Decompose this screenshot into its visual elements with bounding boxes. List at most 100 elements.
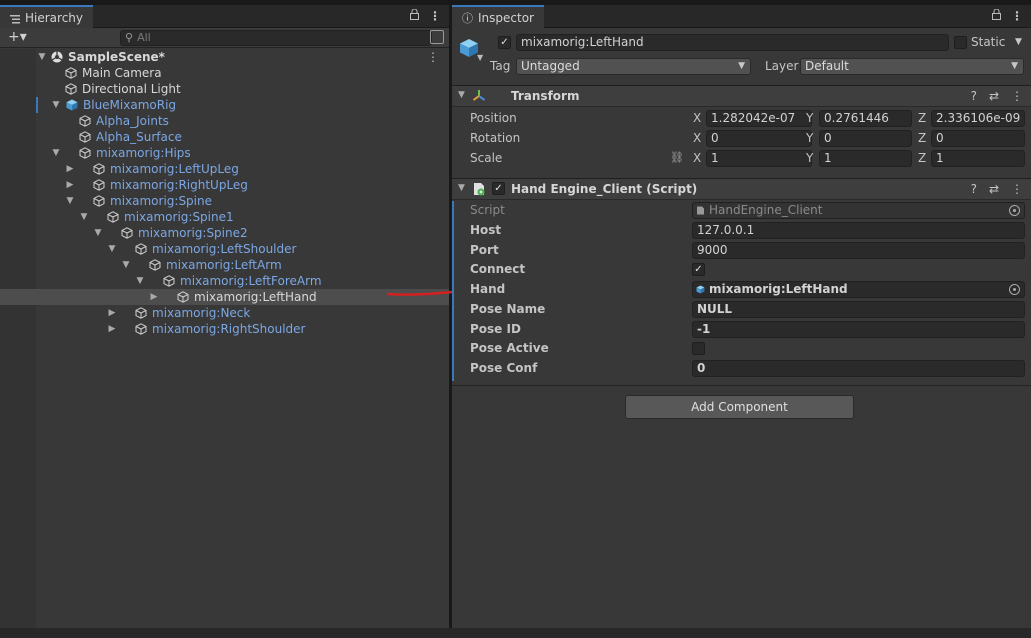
gameobject-cube-icon — [93, 179, 105, 191]
collapsed-arrow-icon[interactable]: ▶ — [149, 289, 159, 305]
layer-dropdown[interactable]: Default ▼ — [800, 58, 1024, 75]
script-component-header[interactable]: ▼ ✓ Hand Engine_Client (Script) ? ⇄ ⋮ — [452, 178, 1031, 200]
active-checkbox[interactable]: ✓ — [498, 36, 511, 49]
position-x-input[interactable]: 1.282042e-07 — [706, 110, 812, 127]
component-enabled-checkbox[interactable]: ✓ — [492, 182, 505, 195]
object-name-input[interactable]: mixamorig:LeftHand — [516, 34, 949, 51]
hierarchy-row[interactable]: ▼ mixamorig:LeftArm — [0, 257, 449, 273]
pose-active-checkbox[interactable] — [692, 342, 705, 355]
lock-icon[interactable] — [992, 8, 1001, 23]
scale-label: Scale — [470, 151, 503, 165]
expand-arrow-icon[interactable]: ▼ — [135, 273, 145, 289]
prefab-cube-icon — [66, 99, 78, 111]
hierarchy-row[interactable]: Alpha_Surface — [0, 129, 449, 145]
hierarchy-row[interactable]: Alpha_Joints — [0, 113, 449, 129]
scale-y-input[interactable]: 1 — [819, 150, 912, 167]
expand-arrow-icon[interactable]: ▼ — [79, 209, 89, 225]
collapsed-arrow-icon[interactable]: ▶ — [65, 177, 75, 193]
hierarchy-row-label: mixamorig:LeftShoulder — [152, 242, 297, 256]
port-input[interactable]: 9000 — [692, 242, 1025, 259]
search-icon: ⚲ — [125, 31, 134, 44]
search-options-icon[interactable] — [430, 30, 444, 44]
hierarchy-row[interactable]: ▼ mixamorig:Hips — [0, 145, 449, 161]
position-z-input[interactable]: 2.336106e-09 — [931, 110, 1025, 127]
hierarchy-row-label: BlueMixamoRig — [83, 98, 177, 112]
axis-z-label: Z — [918, 131, 927, 145]
scene-more-icon[interactable]: ⋮ — [427, 49, 439, 65]
scene-row[interactable]: ▼ SampleScene* ⋮ — [0, 49, 449, 65]
collapsed-arrow-icon[interactable]: ▶ — [107, 321, 117, 337]
pose-id-input[interactable]: -1 — [692, 321, 1025, 338]
icon-dropdown-icon[interactable]: ▼ — [477, 53, 483, 62]
expand-arrow-icon[interactable]: ▼ — [65, 193, 75, 209]
position-y-input[interactable]: 0.2761446 — [819, 110, 912, 127]
object-picker-icon[interactable] — [1009, 284, 1020, 295]
hierarchy-row[interactable]: ▶ mixamorig:LeftUpLeg — [0, 161, 449, 177]
component-menu-icon[interactable]: ⋮ — [1011, 89, 1023, 103]
hierarchy-search-input[interactable]: ⚲ All — [120, 30, 432, 46]
rotation-x-input[interactable]: 0 — [706, 130, 812, 147]
port-label: Port — [470, 243, 499, 257]
fold-arrow-icon[interactable]: ▼ — [458, 183, 465, 193]
lock-icon[interactable] — [410, 8, 419, 23]
help-icon[interactable]: ? — [971, 182, 977, 196]
hierarchy-row[interactable]: ▼ mixamorig:Spine2 — [0, 225, 449, 241]
hierarchy-row[interactable]: ▶ mixamorig:RightShoulder — [0, 321, 449, 337]
layer-value: Default — [805, 59, 849, 73]
gameobject-cube-icon — [135, 243, 147, 255]
collapsed-arrow-icon[interactable]: ▶ — [65, 161, 75, 177]
tag-dropdown[interactable]: Untagged ▼ — [516, 58, 751, 75]
hierarchy-row[interactable]: ▼ BlueMixamoRig — [0, 97, 449, 113]
add-component-button[interactable]: Add Component — [625, 395, 854, 419]
hierarchy-row[interactable]: ▼ mixamorig:Spine — [0, 193, 449, 209]
position-label: Position — [470, 111, 517, 125]
transform-header[interactable]: ▼ Transform ? ⇄ ⋮ — [452, 85, 1031, 107]
static-checkbox[interactable] — [954, 36, 967, 49]
axis-z-label: Z — [918, 151, 927, 165]
hierarchy-row[interactable]: Directional Light — [0, 81, 449, 97]
expand-arrow-icon[interactable]: ▼ — [107, 241, 117, 257]
hand-object-field[interactable]: mixamorig:LeftHand — [692, 281, 1025, 298]
pose-name-input[interactable]: NULL — [692, 301, 1025, 318]
hierarchy-row[interactable]: ▼ mixamorig:LeftShoulder — [0, 241, 449, 257]
hierarchy-row[interactable]: ▼ mixamorig:Spine1 — [0, 209, 449, 225]
expand-arrow-icon[interactable]: ▼ — [51, 145, 61, 161]
help-icon[interactable]: ? — [971, 89, 977, 103]
static-dropdown-icon[interactable]: ▼ — [1015, 37, 1022, 47]
rotation-y-input[interactable]: 0 — [819, 130, 912, 147]
preset-icon[interactable]: ⇄ — [989, 182, 999, 196]
inspector-tab[interactable]: ⓘ Inspector — [452, 5, 544, 28]
scale-z-input[interactable]: 1 — [931, 150, 1025, 167]
info-icon: ⓘ — [462, 11, 473, 25]
constrain-proportions-icon[interactable]: ⛓ — [670, 151, 684, 164]
hierarchy-row[interactable]: ▶ mixamorig:Neck — [0, 305, 449, 321]
more-options-icon[interactable]: ⋮ — [1011, 9, 1023, 23]
script-label: Script — [470, 203, 505, 217]
preset-icon[interactable]: ⇄ — [989, 89, 999, 103]
expand-arrow-icon[interactable]: ▼ — [51, 97, 61, 113]
search-placeholder: All — [137, 31, 151, 44]
hierarchy-row[interactable]: Main Camera — [0, 65, 449, 81]
gameobject-cube-icon — [93, 195, 105, 207]
component-menu-icon[interactable]: ⋮ — [1011, 182, 1023, 196]
fold-arrow-icon[interactable]: ▼ — [458, 90, 465, 100]
scale-x-input[interactable]: 1 — [706, 150, 812, 167]
connect-checkbox[interactable]: ✓ — [692, 263, 705, 276]
tag-value: Untagged — [521, 59, 580, 73]
hierarchy-row-label: Main Camera — [82, 66, 162, 80]
hierarchy-tab[interactable]: Hierarchy — [0, 5, 94, 28]
pose-name-label: Pose Name — [470, 302, 546, 316]
rotation-z-input[interactable]: 0 — [931, 130, 1025, 147]
host-input[interactable]: 127.0.0.1 — [692, 222, 1025, 239]
expand-arrow-icon[interactable]: ▼ — [37, 49, 47, 65]
more-options-icon[interactable]: ⋮ — [429, 9, 441, 23]
add-object-button[interactable]: +▾ — [8, 29, 27, 45]
hierarchy-row[interactable]: ▶ mixamorig:RightUpLeg — [0, 177, 449, 193]
collapsed-arrow-icon[interactable]: ▶ — [107, 305, 117, 321]
expand-arrow-icon[interactable]: ▼ — [121, 257, 131, 273]
expand-arrow-icon[interactable]: ▼ — [93, 225, 103, 241]
hierarchy-row[interactable]: ▶ mixamorig:LeftHand — [0, 289, 449, 305]
axis-x-label: X — [693, 151, 702, 165]
pose-conf-input[interactable]: 0 — [692, 360, 1025, 377]
hierarchy-row[interactable]: ▼ mixamorig:LeftForeArm — [0, 273, 449, 289]
